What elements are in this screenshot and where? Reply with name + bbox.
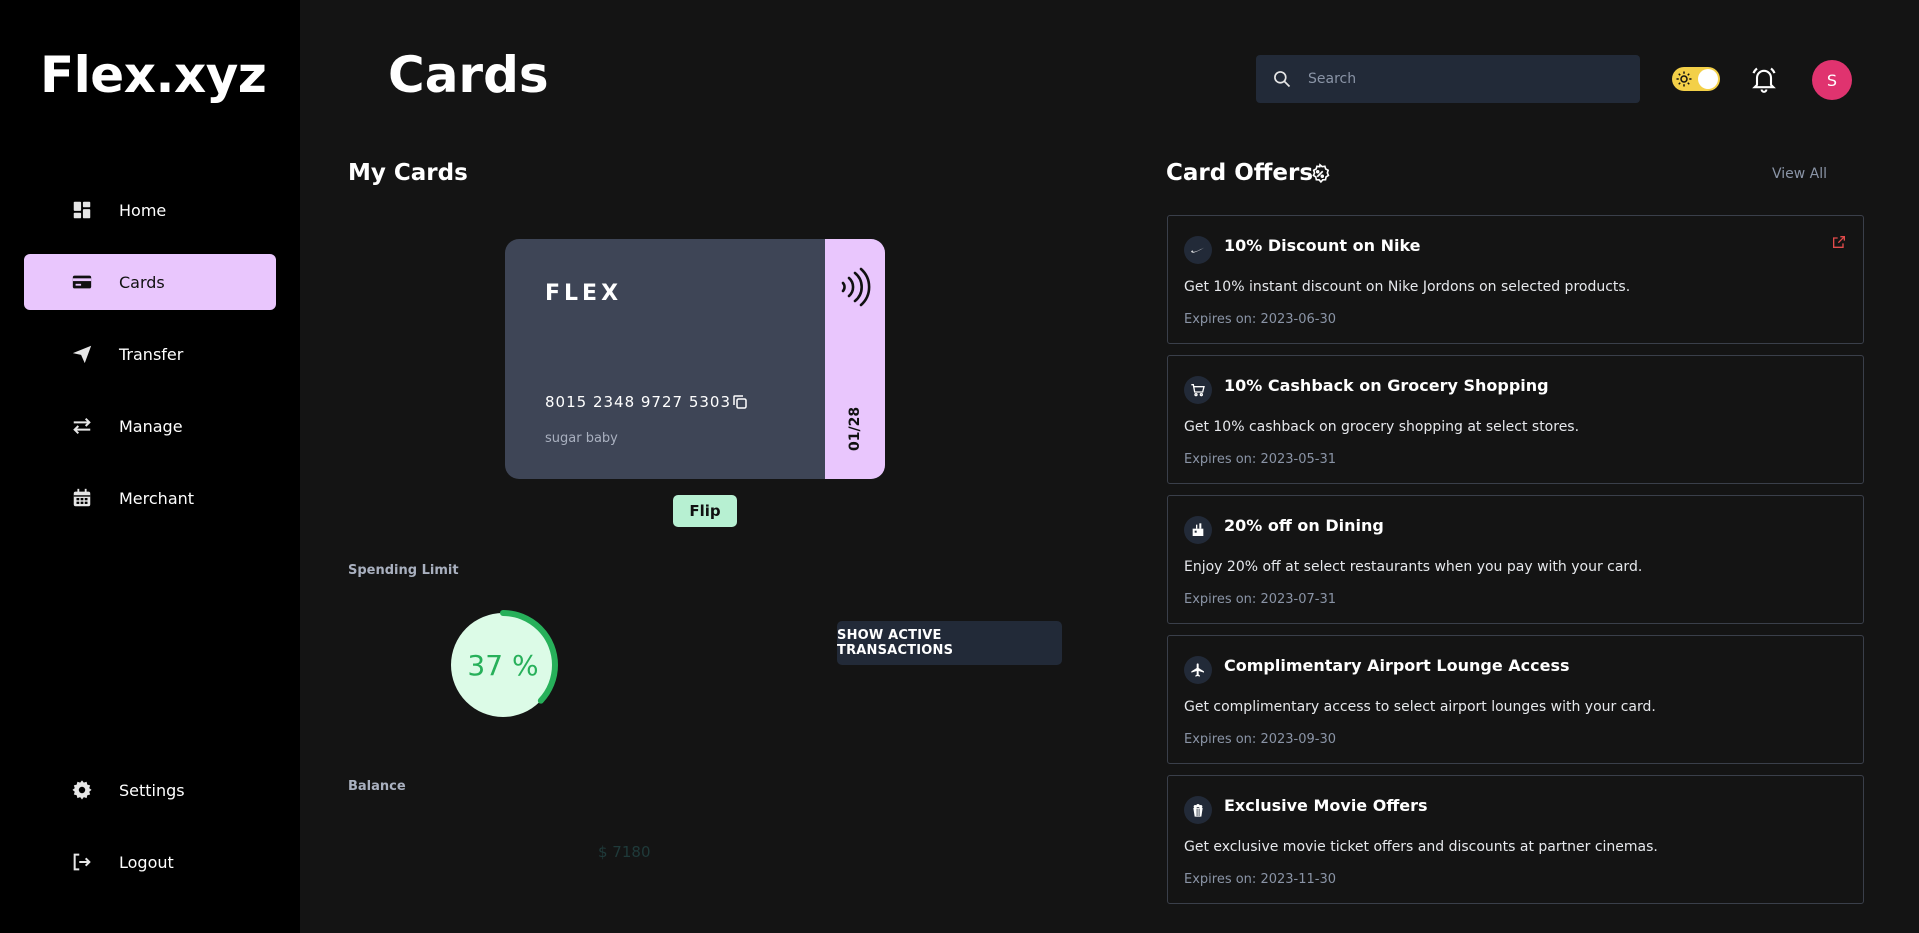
card-brand: FLEX [545, 281, 623, 306]
sidebar-item-label: Transfer [119, 344, 184, 364]
offer-title: 10% Cashback on Grocery Shopping [1224, 376, 1549, 395]
sidebar-item-label: Settings [119, 780, 185, 800]
offer-card[interactable]: 10% Discount on Nike Get 10% instant dis… [1167, 215, 1864, 344]
spending-limit-label: Spending Limit [348, 563, 459, 578]
offer-card[interactable]: 10% Cashback on Grocery Shopping Get 10%… [1167, 355, 1864, 484]
sidebar-item-label: Logout [119, 852, 174, 872]
credit-card[interactable]: FLEX 8015 2348 9727 5303 sugar baby 01/2… [505, 239, 885, 479]
sidebar-item-label: Home [119, 200, 167, 220]
sidebar: Flex.xyz Home Cards Transfer Manage Merc… [0, 0, 300, 933]
restaurant-icon [1184, 516, 1212, 544]
balance-label: Balance [348, 779, 406, 794]
offer-title: Exclusive Movie Offers [1224, 796, 1428, 815]
offer-description: Enjoy 20% off at select restaurants when… [1184, 559, 1643, 575]
logout-icon [70, 850, 94, 874]
app-logo: Flex.xyz [40, 46, 267, 104]
search-bar[interactable] [1256, 55, 1640, 103]
offer-description: Get exclusive movie ticket offers and di… [1184, 839, 1658, 855]
offer-expiry: Expires on: 2023-05-31 [1184, 452, 1336, 467]
sun-icon [1676, 71, 1692, 87]
sidebar-item-cards[interactable]: Cards [24, 254, 276, 310]
search-input[interactable] [1308, 71, 1608, 87]
toggle-knob [1698, 69, 1718, 89]
shopping-cart-icon [1184, 376, 1212, 404]
notification-bell-icon[interactable] [1750, 65, 1778, 93]
sidebar-item-label: Merchant [119, 488, 195, 508]
flip-card-button[interactable]: Flip [673, 495, 737, 527]
sidebar-item-logout[interactable]: Logout [24, 834, 276, 890]
offer-expiry: Expires on: 2023-11-30 [1184, 872, 1336, 887]
sidebar-item-home[interactable]: Home [24, 182, 276, 238]
sidebar-item-merchant[interactable]: Merchant [24, 470, 276, 526]
show-active-transactions-button[interactable]: SHOW ACTIVE TRANSACTIONS [837, 621, 1062, 665]
offer-expiry: Expires on: 2023-07-31 [1184, 592, 1336, 607]
popcorn-icon [1184, 796, 1212, 824]
gear-icon [70, 778, 94, 802]
contactless-icon [841, 267, 871, 307]
offer-expiry: Expires on: 2023-06-30 [1184, 312, 1336, 327]
card-offers-title: Card Offers [1166, 160, 1314, 186]
discount-badge-icon [1312, 163, 1330, 184]
dashboard-icon [70, 198, 94, 222]
calendar-icon [70, 486, 94, 510]
sidebar-item-label: Manage [119, 416, 183, 436]
sidebar-item-manage[interactable]: Manage [24, 398, 276, 454]
page-title: Cards [388, 46, 549, 104]
view-all-link[interactable]: View All [1772, 166, 1827, 182]
credit-card-icon [70, 270, 94, 294]
my-cards-title: My Cards [348, 160, 468, 186]
swap-arrows-icon [70, 414, 94, 438]
offer-expiry: Expires on: 2023-09-30 [1184, 732, 1336, 747]
sidebar-item-label: Cards [119, 272, 165, 292]
avatar[interactable]: S [1812, 60, 1852, 100]
sidebar-item-settings[interactable]: Settings [24, 762, 276, 818]
spending-limit-value: 37 % [467, 648, 539, 682]
offer-title: Complimentary Airport Lounge Access [1224, 656, 1570, 675]
offer-title: 10% Discount on Nike [1224, 236, 1421, 255]
card-number: 8015 2348 9727 5303 [545, 393, 731, 411]
offer-card[interactable]: Complimentary Airport Lounge Access Get … [1167, 635, 1864, 764]
card-stripe: 01/28 [825, 239, 885, 479]
sidebar-item-transfer[interactable]: Transfer [24, 326, 276, 382]
offer-description: Get 10% cashback on grocery shopping at … [1184, 419, 1580, 435]
balance-value: $ 7180 [598, 843, 651, 861]
offer-card[interactable]: 20% off on Dining Enjoy 20% off at selec… [1167, 495, 1864, 624]
search-icon [1272, 69, 1292, 89]
airplane-icon [1184, 656, 1212, 684]
nike-swoosh-icon [1184, 236, 1212, 264]
copy-icon[interactable] [731, 393, 749, 411]
theme-toggle[interactable] [1672, 67, 1720, 91]
card-holder-name: sugar baby [545, 431, 618, 446]
paper-plane-icon [70, 342, 94, 366]
external-link-icon[interactable] [1831, 234, 1847, 250]
offer-description: Get complimentary access to select airpo… [1184, 699, 1656, 715]
offer-title: 20% off on Dining [1224, 516, 1384, 535]
card-expiry: 01/28 [847, 406, 863, 451]
offer-description: Get 10% instant discount on Nike Jordons… [1184, 279, 1631, 295]
offer-card[interactable]: Exclusive Movie Offers Get exclusive mov… [1167, 775, 1864, 904]
